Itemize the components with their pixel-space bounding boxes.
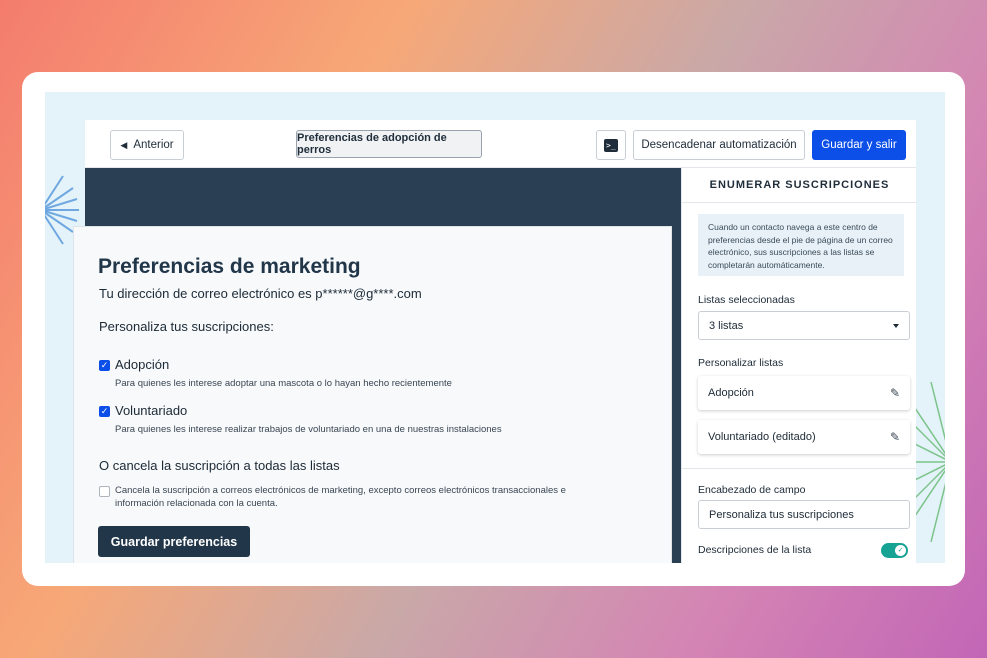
option-label: Voluntariado <box>115 403 188 418</box>
panel-info-box: Cuando un contacto navega a este centro … <box>698 214 904 276</box>
page-name-field[interactable]: Preferencias de adopción de perros <box>296 130 482 158</box>
editor-window: ◀ Anterior Preferencias de adopción de p… <box>73 120 917 563</box>
customize-label: Personaliza tus suscripciones: <box>99 319 274 334</box>
toolbar: ◀ Anterior Preferencias de adopción de p… <box>85 120 916 168</box>
preference-form-preview[interactable]: Preferencias de marketing Tu dirección d… <box>73 226 672 563</box>
adoption-checkbox[interactable]: ✓ <box>99 360 110 371</box>
unsubscribe-all-checkbox[interactable] <box>99 486 110 497</box>
trigger-automation-button[interactable]: Desencadenar automatización <box>633 130 805 160</box>
app-backdrop: ◀ Anterior Preferencias de adopción de p… <box>45 92 945 563</box>
email-line: Tu dirección de correo electrónico es p*… <box>99 286 422 301</box>
option-description: Para quienes les interese realizar traba… <box>115 424 502 435</box>
selected-lists-dropdown[interactable]: 3 listas <box>698 311 910 340</box>
list-item-adoption[interactable]: Adopción ✎ <box>698 376 910 410</box>
selected-lists-value: 3 listas <box>709 319 744 332</box>
check-icon: ✓ <box>895 545 906 556</box>
back-button[interactable]: ◀ Anterior <box>110 130 184 160</box>
chevron-down-icon <box>893 323 899 328</box>
list-descriptions-toggle[interactable]: ✓ <box>881 543 908 558</box>
unsubscribe-text: Cancela la suscripción a correos electró… <box>115 485 566 509</box>
terminal-icon: >_ <box>604 138 618 152</box>
pencil-icon[interactable]: ✎ <box>890 386 900 400</box>
decorative-burst-icon <box>911 382 945 542</box>
save-and-exit-button[interactable]: Guardar y salir <box>812 130 906 160</box>
editor-canvas: Preferencias de marketing Tu dirección d… <box>73 168 681 563</box>
list-item-label: Adopción <box>708 387 754 399</box>
customize-lists-label: Personalizar listas <box>698 357 784 369</box>
settings-panel: ENUMERAR SUSCRIPCIONES Cuando un contact… <box>681 168 917 563</box>
pencil-icon[interactable]: ✎ <box>890 430 900 444</box>
panel-heading: ENUMERAR SUSCRIPCIONES <box>682 168 917 203</box>
screenshot-card: ◀ Anterior Preferencias de adopción de p… <box>22 72 965 586</box>
field-header-label: Encabezado de campo <box>698 484 806 496</box>
caret-left-icon: ◀ <box>120 139 128 150</box>
save-preferences-button[interactable]: Guardar preferencias <box>98 526 250 557</box>
field-header-input[interactable]: Personaliza tus suscripciones <box>698 500 910 529</box>
code-view-button[interactable]: >_ <box>596 130 626 160</box>
selected-lists-label: Listas seleccionadas <box>698 294 795 306</box>
divider <box>682 468 917 469</box>
list-item-volunteer[interactable]: Voluntariado (editado) ✎ <box>698 420 910 454</box>
option-label: Adopción <box>115 357 170 372</box>
list-item-label: Voluntariado (editado) <box>708 431 816 443</box>
form-title: Preferencias de marketing <box>98 255 361 278</box>
list-descriptions-label: Descripciones de la lista <box>698 544 812 556</box>
back-button-label: Anterior <box>133 139 174 151</box>
unsubscribe-title: O cancela la suscripción a todas las lis… <box>99 458 340 473</box>
volunteer-checkbox[interactable]: ✓ <box>99 406 110 417</box>
option-description: Para quienes les interese adoptar una ma… <box>115 378 452 389</box>
